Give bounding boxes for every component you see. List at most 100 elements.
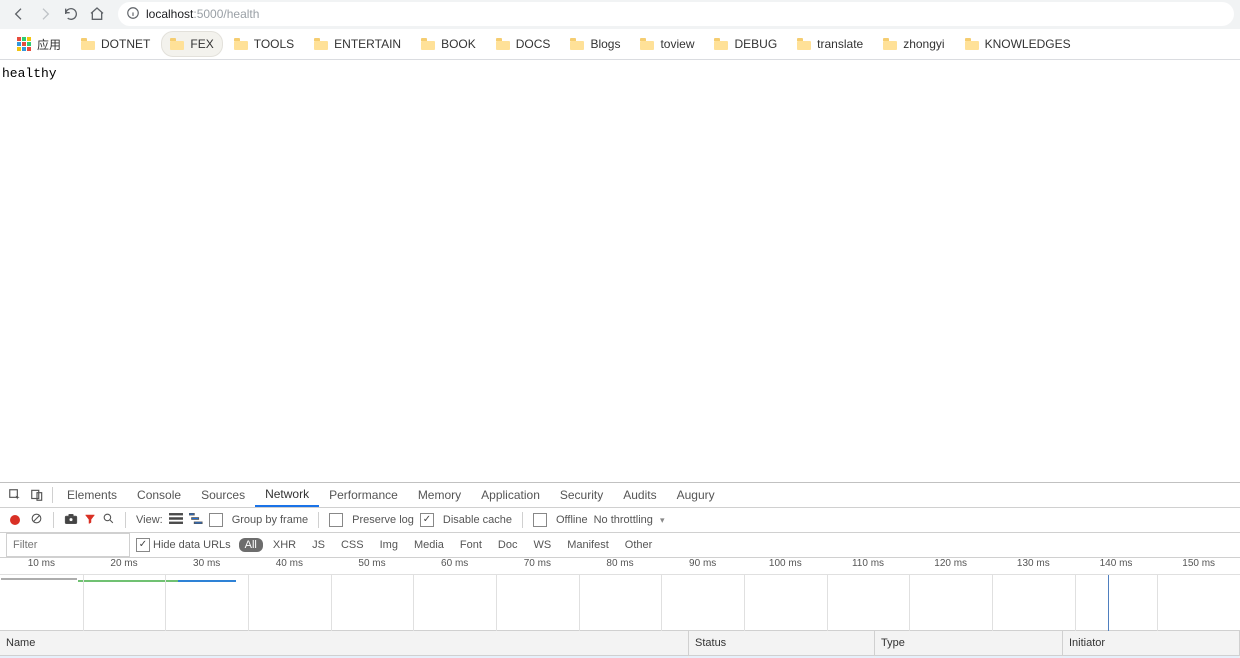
devtools-panel: ElementsConsoleSourcesNetworkPerformance…: [0, 482, 1240, 658]
disable-cache-checkbox[interactable]: [420, 513, 434, 527]
tab-elements[interactable]: Elements: [57, 483, 127, 507]
network-table-header: Name Status Type Initiator: [0, 631, 1240, 656]
timeline-tick: 40 ms: [276, 558, 303, 569]
hide-data-urls-checkbox[interactable]: [136, 538, 150, 552]
timeline-tick: 130 ms: [1017, 558, 1050, 569]
page-viewport: healthy: [0, 60, 1240, 482]
tab-security[interactable]: Security: [550, 483, 613, 507]
filter-all[interactable]: All: [239, 538, 263, 552]
timeline-tick: 10 ms: [28, 558, 55, 569]
timeline-tick: 100 ms: [769, 558, 802, 569]
search-icon[interactable]: [102, 512, 115, 528]
devtools-tabs: ElementsConsoleSourcesNetworkPerformance…: [0, 483, 1240, 508]
tab-performance[interactable]: Performance: [319, 483, 408, 507]
preserve-log-checkbox[interactable]: [329, 513, 343, 527]
bookmark-knowledges[interactable]: KNOWLEDGES: [956, 31, 1080, 57]
tab-network[interactable]: Network: [255, 483, 319, 507]
folder-icon: [883, 38, 897, 50]
filter-icon[interactable]: [84, 513, 96, 528]
bookmark-toview[interactable]: toview: [631, 31, 703, 57]
tab-application[interactable]: Application: [471, 483, 550, 507]
filter-media[interactable]: Media: [408, 538, 450, 552]
filter-ws[interactable]: WS: [527, 538, 557, 552]
timeline-tick: 70 ms: [524, 558, 551, 569]
timeline-tick: 30 ms: [193, 558, 220, 569]
folder-icon: [965, 38, 979, 50]
network-timeline[interactable]: 10 ms 20 ms 30 ms 40 ms 50 ms 60 ms 70 ms 80 ms…: [0, 558, 1240, 631]
timeline-tick: 150 ms: [1182, 558, 1215, 569]
filter-js[interactable]: JS: [306, 538, 331, 552]
bookmark-tools[interactable]: TOOLS: [225, 31, 303, 57]
col-type[interactable]: Type: [875, 631, 1063, 655]
clear-button[interactable]: [30, 512, 43, 528]
timeline-tick: 140 ms: [1100, 558, 1133, 569]
bookmark-fex[interactable]: FEX: [161, 31, 222, 57]
reload-button[interactable]: [58, 1, 84, 27]
filter-manifest[interactable]: Manifest: [561, 538, 615, 552]
timeline-tick: 20 ms: [110, 558, 137, 569]
capture-screenshot-icon[interactable]: [64, 513, 78, 528]
filter-img[interactable]: Img: [374, 538, 404, 552]
col-status[interactable]: Status: [689, 631, 875, 655]
filter-xhr[interactable]: XHR: [267, 538, 302, 552]
tab-audits[interactable]: Audits: [613, 483, 666, 507]
back-button[interactable]: [6, 1, 32, 27]
waterfall-icon[interactable]: [189, 513, 203, 527]
bookmark-dotnet[interactable]: DOTNET: [72, 31, 159, 57]
col-name[interactable]: Name: [0, 631, 689, 655]
timeline-tick: 110 ms: [852, 558, 884, 569]
folder-icon: [421, 38, 435, 50]
col-initiator[interactable]: Initiator: [1063, 631, 1240, 655]
filter-input[interactable]: [6, 533, 130, 557]
folder-icon: [170, 38, 184, 50]
folder-icon: [797, 38, 811, 50]
filter-css[interactable]: CSS: [335, 538, 370, 552]
bookmark-zhongyi[interactable]: zhongyi: [874, 31, 953, 57]
timeline-tick: 80 ms: [606, 558, 633, 569]
folder-icon: [714, 38, 728, 50]
device-toggle-icon[interactable]: [26, 484, 48, 506]
tab-sources[interactable]: Sources: [191, 483, 255, 507]
bookmark-blogs[interactable]: Blogs: [561, 31, 629, 57]
url-text: localhost:5000/health: [146, 7, 259, 21]
tab-console[interactable]: Console: [127, 483, 191, 507]
home-button[interactable]: [84, 1, 110, 27]
folder-icon: [570, 38, 584, 50]
folder-icon: [314, 38, 328, 50]
large-rows-icon[interactable]: [169, 513, 183, 527]
tab-augury[interactable]: Augury: [667, 483, 725, 507]
bookmark-docs[interactable]: DOCS: [487, 31, 560, 57]
network-toolbar: View: Group by frame Preserve log Disabl…: [0, 508, 1240, 533]
page-body-text: healthy: [2, 66, 57, 81]
timeline-tick: 60 ms: [441, 558, 468, 569]
address-bar[interactable]: localhost:5000/health: [118, 2, 1234, 26]
bookmarks-bar: 应用 DOTNETFEXTOOLSENTERTAINBOOKDOCSBlogst…: [0, 29, 1240, 60]
folder-icon: [234, 38, 248, 50]
folder-icon: [81, 38, 95, 50]
filter-other[interactable]: Other: [619, 538, 659, 552]
offline-checkbox[interactable]: [533, 513, 547, 527]
timeline-tick: 120 ms: [934, 558, 967, 569]
apps-shortcut[interactable]: 应用: [8, 31, 70, 57]
group-by-frame-checkbox[interactable]: [209, 513, 223, 527]
bookmark-translate[interactable]: translate: [788, 31, 872, 57]
view-label: View:: [136, 514, 163, 526]
apps-icon: [17, 37, 31, 51]
network-filter-bar: Hide data URLs AllXHRJSCSSImgMediaFontDo…: [0, 533, 1240, 558]
site-info-icon[interactable]: [126, 6, 140, 23]
folder-icon: [496, 38, 510, 50]
tab-memory[interactable]: Memory: [408, 483, 471, 507]
folder-icon: [640, 38, 654, 50]
timeline-tick: 50 ms: [358, 558, 385, 569]
bookmark-debug[interactable]: DEBUG: [705, 31, 786, 57]
inspect-icon[interactable]: [4, 484, 26, 506]
record-button[interactable]: [10, 515, 20, 525]
forward-button[interactable]: [32, 1, 58, 27]
timeline-tick: 90 ms: [689, 558, 716, 569]
bookmark-book[interactable]: BOOK: [412, 31, 485, 57]
filter-font[interactable]: Font: [454, 538, 488, 552]
filter-doc[interactable]: Doc: [492, 538, 524, 552]
browser-toolbar: localhost:5000/health: [0, 0, 1240, 29]
throttling-dropdown[interactable]: No throttling: [594, 514, 665, 526]
bookmark-entertain[interactable]: ENTERTAIN: [305, 31, 410, 57]
